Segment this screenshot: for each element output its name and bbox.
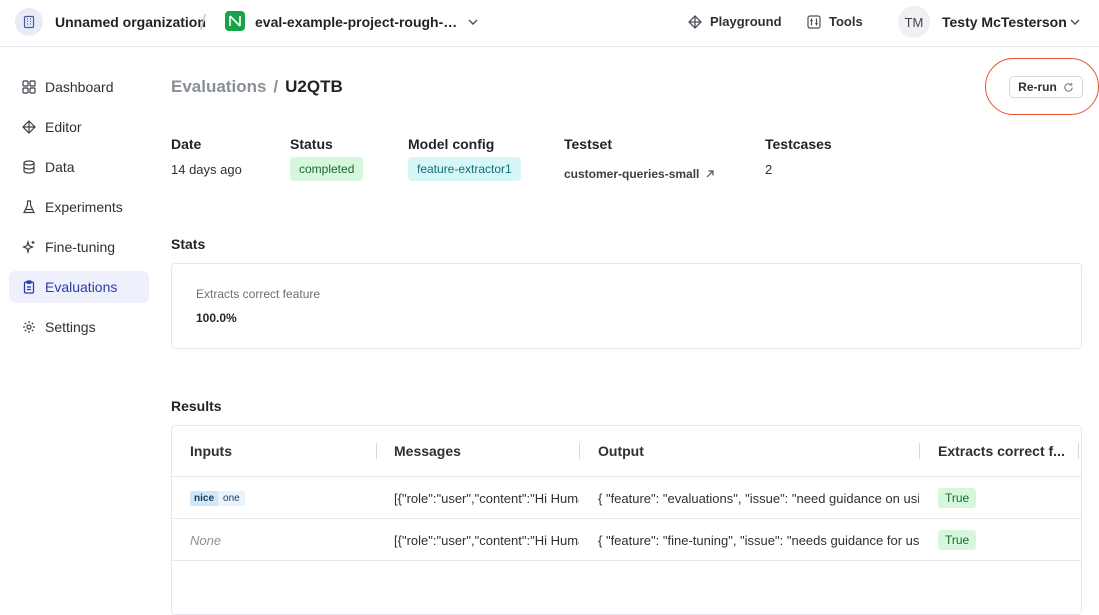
results-table: Inputs Messages Output Extracts correct … <box>171 425 1082 615</box>
stats-title: Stats <box>171 236 206 252</box>
column-resize-handle[interactable] <box>1078 443 1079 459</box>
model-config-badge[interactable]: feature-extractor1 <box>408 157 521 181</box>
rerun-button[interactable]: Re-run <box>1009 76 1083 98</box>
breadcrumb-separator: / <box>200 10 207 35</box>
tools-label: Tools <box>829 14 863 29</box>
table-row[interactable]: nice one [{"role":"user","content":"Hi Hu… <box>172 476 1081 519</box>
column-header-extracts-correct-feature[interactable]: Extracts correct f... <box>938 426 1068 476</box>
external-link-icon <box>706 170 714 178</box>
output-cell: { "feature": "fine-tuning", "issue": "ne… <box>598 532 919 548</box>
column-header-output[interactable]: Output <box>598 426 908 476</box>
stat-label: Extracts correct feature <box>196 287 321 301</box>
diamond-icon <box>688 14 702 29</box>
date-value: 14 days ago <box>171 162 242 177</box>
sidebar-item-fine-tuning[interactable]: Fine-tuning <box>9 231 149 263</box>
sidebar-item-label: Evaluations <box>45 279 118 295</box>
sidebar-item-label: Data <box>45 159 75 175</box>
breadcrumb-parent[interactable]: Evaluations <box>171 77 266 97</box>
testset-link[interactable]: customer-queries-small <box>564 167 715 181</box>
messages-cell: [{"role":"user","content":"Hi Human <box>394 532 579 548</box>
page-title: U2QTB <box>285 77 343 96</box>
avatar[interactable]: TM <box>898 6 930 38</box>
messages-cell: [{"role":"user","content":"Hi Human <box>394 490 579 506</box>
output-cell: { "feature": "evaluations", "issue": "ne… <box>598 490 919 506</box>
org-name[interactable]: Unnamed organization <box>55 14 206 30</box>
status-label: Status <box>290 136 333 152</box>
sidebar-item-label: Fine-tuning <box>45 239 116 255</box>
table-row[interactable]: None [{"role":"user","content":"Hi Human… <box>172 518 1081 561</box>
breadcrumb-separator: / <box>273 77 279 96</box>
sparkle-icon <box>22 240 35 254</box>
column-resize-handle[interactable] <box>919 443 920 459</box>
stats-card: Extracts correct feature 100.0% <box>171 263 1082 349</box>
sliders-icon <box>807 14 821 29</box>
project-name[interactable]: eval-example-project-rough-lo... <box>255 14 460 30</box>
diamond-icon <box>22 120 36 134</box>
status-badge: completed <box>290 157 364 181</box>
building-icon[interactable] <box>15 8 43 36</box>
table-row-empty <box>172 560 1081 602</box>
top-bar: Unnamed organization / eval-example-proj… <box>0 0 1099 47</box>
input-none: None <box>190 532 222 548</box>
testcases-label: Testcases <box>765 136 832 152</box>
sidebar-item-data[interactable]: Data <box>9 151 149 183</box>
column-resize-handle[interactable] <box>579 443 580 459</box>
result-cell: True <box>938 519 1068 561</box>
breadcrumb: Evaluations / U2QTB <box>171 77 343 97</box>
testset-value: customer-queries-small <box>564 167 700 181</box>
playground-link[interactable]: Playground <box>688 14 782 29</box>
input-tag-value: one <box>218 490 245 506</box>
project-logo-icon <box>225 11 245 31</box>
clipboard-icon <box>23 280 35 294</box>
database-icon <box>23 160 35 174</box>
column-header-inputs[interactable]: Inputs <box>190 426 370 476</box>
result-cell: True <box>938 477 1068 519</box>
flask-icon <box>23 200 35 214</box>
input-tag: nice one <box>190 477 370 519</box>
sidebar-item-label: Editor <box>45 119 82 135</box>
result-badge: True <box>938 530 977 550</box>
grid-icon <box>22 80 36 94</box>
sidebar-item-label: Experiments <box>45 199 123 215</box>
gear-icon <box>23 321 35 333</box>
sidebar: Dashboard Editor Data Experiments Fine-t… <box>0 47 160 607</box>
sidebar-item-editor[interactable]: Editor <box>9 111 149 143</box>
sidebar-item-settings[interactable]: Settings <box>9 311 149 343</box>
stat-value: 100.0% <box>196 311 237 325</box>
sidebar-item-evaluations[interactable]: Evaluations <box>9 271 149 303</box>
result-badge: True <box>938 488 977 508</box>
sidebar-item-experiments[interactable]: Experiments <box>9 191 149 223</box>
model-config-label: Model config <box>408 136 495 152</box>
chevron-down-icon[interactable] <box>1068 15 1082 32</box>
sidebar-item-label: Settings <box>45 319 96 335</box>
sidebar-item-label: Dashboard <box>45 79 114 95</box>
input-tag-key: nice <box>190 490 219 506</box>
testset-label: Testset <box>564 136 612 152</box>
refresh-icon <box>1064 82 1073 92</box>
results-title: Results <box>171 398 222 414</box>
sidebar-item-dashboard[interactable]: Dashboard <box>9 71 149 103</box>
column-resize-handle[interactable] <box>376 443 377 459</box>
column-header-messages[interactable]: Messages <box>394 426 574 476</box>
tools-link[interactable]: Tools <box>807 14 863 29</box>
testcases-value: 2 <box>765 162 773 177</box>
rerun-label: Re-run <box>1018 80 1057 94</box>
user-name[interactable]: Testy McTesterson <box>942 14 1067 30</box>
chevron-down-icon[interactable] <box>466 15 480 32</box>
date-label: Date <box>171 136 202 152</box>
playground-label: Playground <box>710 14 782 29</box>
